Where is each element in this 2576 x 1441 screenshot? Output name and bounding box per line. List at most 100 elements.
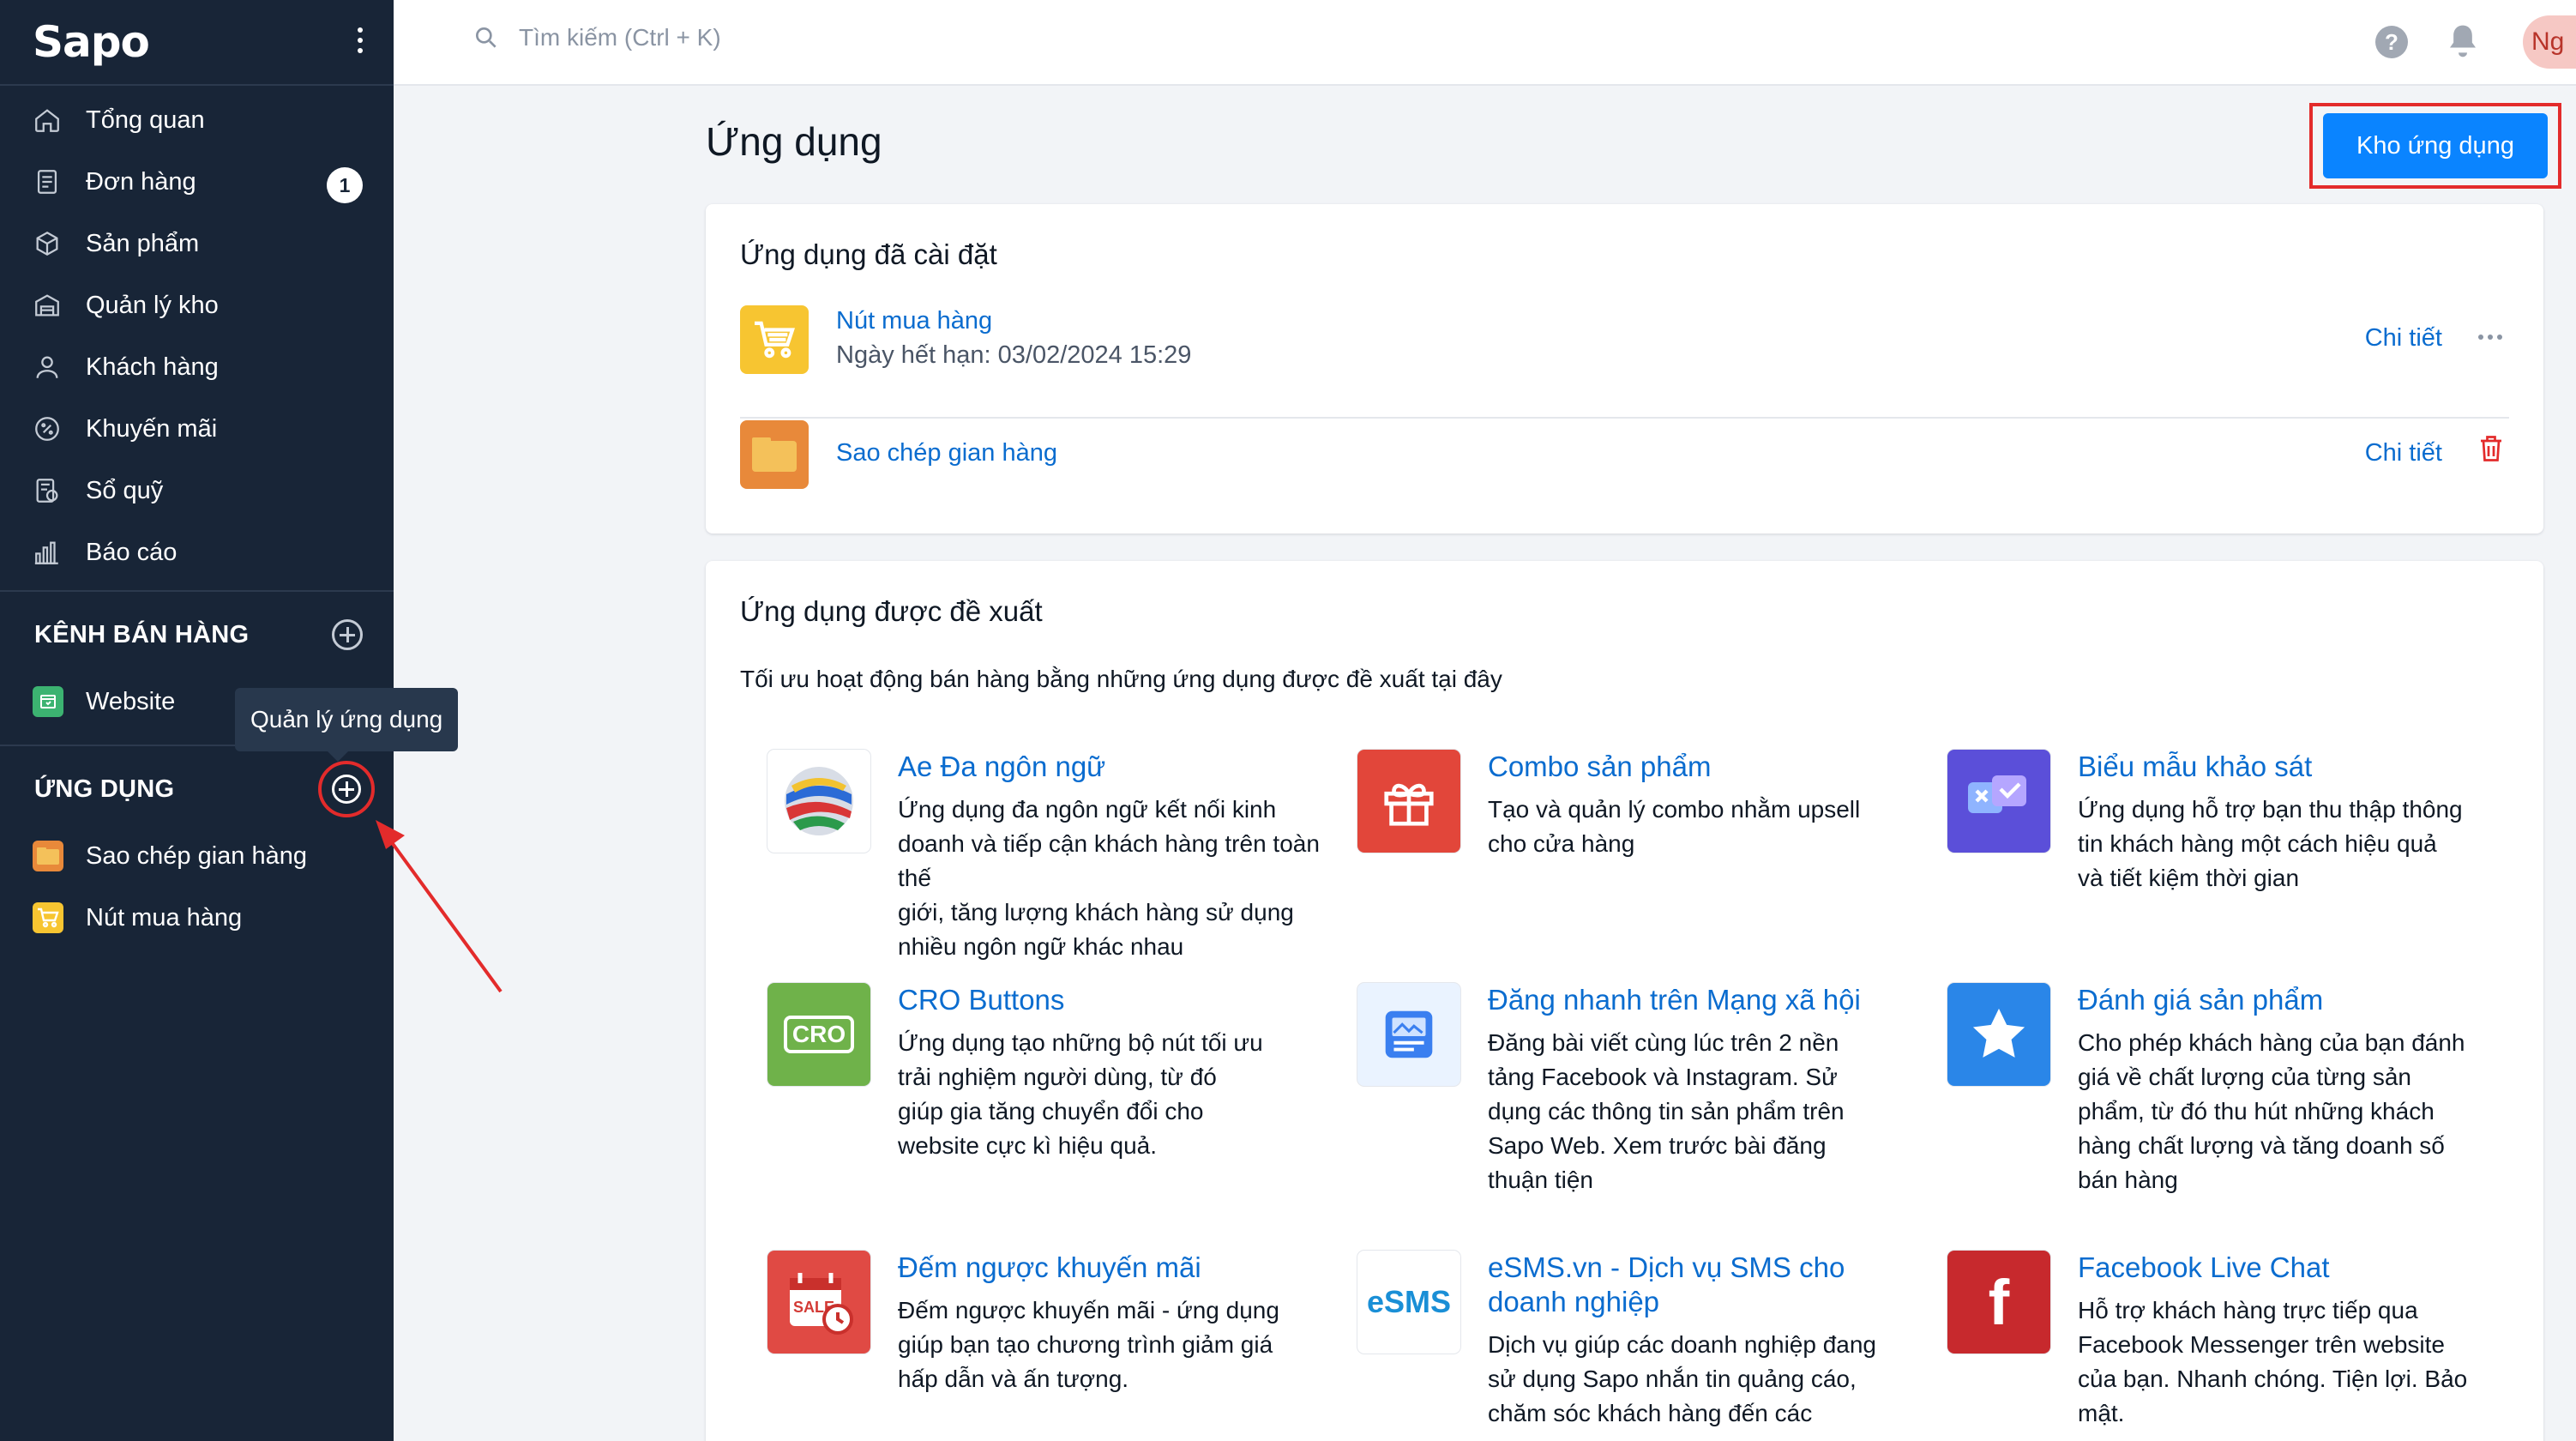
sidebar-item-customers[interactable]: Khách hàng [0,336,394,398]
suggested-app-item[interactable]: Combo sản phẩm Tạo và quản lý combo nhằm… [1357,750,1906,956]
apps-section-header: ỨNG DỤNG [0,753,394,825]
sidebar-item-label: Website [86,687,176,715]
suggested-app-desc: Ứng dụng hỗ trợ bạn thu thập thông tin kh… [2078,796,2463,891]
sidebar-item-label: Quản lý kho [86,291,219,319]
facebook-icon: f [1947,1251,2050,1354]
suggested-app-desc: Tạo và quản lý combo nhằm upsell cho cửa … [1488,796,1861,857]
sidebar-item-label: Sao chép gian hàng [86,841,307,870]
cro-buttons-icon: CRO [767,983,870,1086]
sale-countdown-icon: SALE [767,1251,870,1354]
sidebar-item-products[interactable]: Sản phẩm [0,213,394,274]
orders-icon [33,167,62,196]
sidebar-item-label: Sổ quỹ [86,476,164,504]
suggested-app-item[interactable]: CRO CRO Buttons Ứng dụng tạo những bộ nú… [767,983,1316,1206]
detail-link[interactable]: Chi tiết [2365,324,2442,353]
folder-icon [740,420,809,489]
social-post-icon [1357,983,1460,1086]
suggested-app-desc: Ứng dụng đa ngôn ngữ kết nối kinh doanh v… [898,796,1320,960]
user-icon [33,353,62,382]
suggested-app-item[interactable]: f Facebook Live Chat Hỗ trợ khách hàng t… [1947,1251,2496,1441]
suggested-app-name[interactable]: Đánh giá sản phẩm [2078,983,2507,1017]
page-title: Ứng dụng [706,119,882,164]
suggested-app-name[interactable]: Biểu mẫu khảo sát [2078,750,2507,784]
sidebar-item-promotions[interactable]: Khuyến mãi [0,398,394,460]
apps-section-title: ỨNG DỤNG [34,775,175,803]
suggested-apps-title: Ứng dụng được đề xuất [740,595,1043,627]
kebab-menu-icon[interactable] [356,27,364,53]
user-avatar[interactable]: Ng [2523,15,2576,69]
cart-icon [33,902,63,933]
sidebar-nav: Tổng quan Đơn hàng 1 Sản phẩm Quản lý kh… [0,86,394,583]
add-channel-icon[interactable] [332,619,363,650]
suggested-app-desc: Đăng bài viết cùng lúc trên 2 nền tảng Fa… [1488,1029,1845,1193]
sapo-logo[interactable]: Sapo [33,17,150,67]
sidebar-app-buy-button[interactable]: Nút mua hàng [0,887,394,949]
suggested-app-item[interactable]: Biểu mẫu khảo sát Ứng dụng hỗ trợ bạn th… [1947,750,2496,956]
installed-app-row: Nút mua hàng Ngày hết hạn: 03/02/2024 15… [740,290,2509,419]
suggested-app-name[interactable]: Combo sản phẩm [1488,750,1917,784]
sidebar-item-cashbook[interactable]: Sổ quỹ [0,460,394,522]
manage-apps-tooltip: Quản lý ứng dụng [235,688,459,762]
installed-app-expiry: Ngày hết hạn: 03/02/2024 15:29 [836,341,1192,369]
orders-count-badge: 1 [327,167,363,203]
suggested-app-item[interactable]: Đăng nhanh trên Mạng xã hội Đăng bài viế… [1357,983,1906,1223]
suggested-app-item[interactable]: eSMS eSMS.vn - Dịch vụ SMS cho doanh nghi… [1357,1251,1906,1441]
suggested-app-name[interactable]: eSMS.vn - Dịch vụ SMS cho doanh nghiệp [1488,1251,1917,1319]
suggested-app-item[interactable]: SALE Đếm ngược khuyến mãi Đếm ngược khuy… [767,1251,1316,1441]
suggested-app-name[interactable]: Ae Đa ngôn ngữ [898,750,1327,784]
sidebar-item-label: Đơn hàng [86,167,196,196]
globe-flags-icon [767,750,870,853]
website-icon [33,686,63,717]
sidebar-item-warehouse[interactable]: Quản lý kho [0,274,394,336]
suggested-app-desc: Cho phép khách hàng của bạn đánh giá về c… [2078,1029,2465,1193]
sidebar-item-label: Nút mua hàng [86,903,243,932]
suggested-app-desc: Đếm ngược khuyến mãi - ứng dụng giúp bạn … [898,1297,1279,1392]
star-icon [1947,983,2050,1086]
installed-app-name-link[interactable]: Nút mua hàng [836,307,992,335]
survey-icon [1947,750,2050,853]
sidebar-item-label: Sản phẩm [86,229,200,257]
sidebar-item-reports[interactable]: Báo cáo [0,522,394,583]
search-box[interactable]: Tìm kiếm (Ctrl + K) [472,24,721,51]
suggested-app-name[interactable]: CRO Buttons [898,983,1327,1017]
bell-icon[interactable] [2446,22,2480,60]
manage-apps-plus-icon[interactable] [332,775,361,804]
installed-apps-card: Ứng dụng đã cài đặt Nút mua hàng Ngày hế… [706,204,2543,534]
sidebar-app-store-copy[interactable]: Sao chép gian hàng [0,825,394,887]
suggested-app-desc: Ứng dụng tạo những bộ nút tối ưu trải ngh… [898,1029,1263,1159]
suggested-app-desc: Hỗ trợ khách hàng trực tiếp qua Facebook … [2078,1297,2468,1426]
sales-channels-header: KÊNH BÁN HÀNG [0,599,394,671]
sidebar-item-overview[interactable]: Tổng quan [0,89,394,151]
suggested-app-name[interactable]: Đăng nhanh trên Mạng xã hội [1488,983,1917,1017]
app-store-button[interactable]: Kho ứng dụng [2323,113,2548,178]
suggested-app-item[interactable]: Ae Đa ngôn ngữ Ứng dụng đa ngôn ngữ kết … [767,750,1320,960]
suggested-app-item[interactable]: Đánh giá sản phẩm Cho phép khách hàng củ… [1947,983,2496,1223]
sidebar-item-orders[interactable]: Đơn hàng 1 [0,151,394,213]
search-placeholder: Tìm kiếm (Ctrl + K) [519,24,721,51]
warehouse-icon [33,291,62,320]
suggested-apps-description: Tối ưu hoạt động bán hàng bằng những ứng… [740,666,1502,692]
top-bar: Tìm kiếm (Ctrl + K) ? Ng [394,0,2576,86]
cashbook-icon [33,476,62,505]
installed-app-name-link[interactable]: Sao chép gian hàng [836,439,1057,467]
cart-icon [740,305,809,374]
box-icon [33,229,62,258]
sales-channels-title: KÊNH BÁN HÀNG [34,620,250,648]
more-options-icon[interactable] [2478,335,2502,340]
discount-icon [33,414,62,443]
suggested-app-name[interactable]: Đếm ngược khuyến mãi [898,1251,1327,1285]
sidebar-item-label: Khách hàng [86,353,219,381]
sidebar-divider [0,590,394,592]
sidebar-item-label: Tổng quan [86,106,205,134]
detail-link[interactable]: Chi tiết [2365,439,2442,467]
highlight-box: Kho ứng dụng [2309,103,2561,189]
sidebar-item-label: Báo cáo [86,538,178,566]
suggested-app-name[interactable]: Facebook Live Chat [2078,1251,2507,1285]
home-icon [33,106,62,135]
suggested-apps-card: Ứng dụng được đề xuất Tối ưu hoạt động b… [706,561,2543,1441]
trash-icon[interactable] [2478,434,2504,463]
esms-icon: eSMS [1357,1251,1460,1354]
installed-app-row: Sao chép gian hàng Chi tiết [740,420,2509,515]
sidebar-item-label: Khuyến mãi [86,414,218,443]
help-icon[interactable]: ? [2375,26,2408,58]
